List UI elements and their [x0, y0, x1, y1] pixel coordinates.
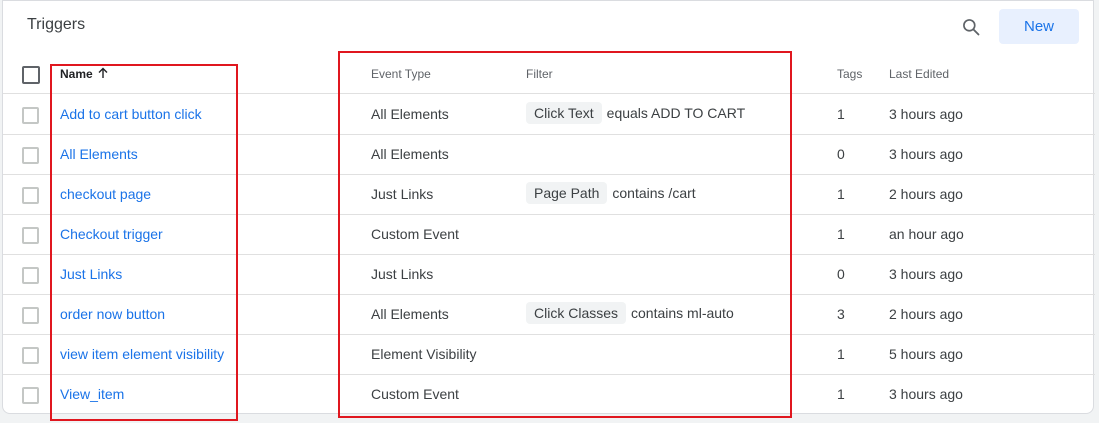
event-type: Just Links	[371, 266, 434, 282]
row-checkbox[interactable]	[22, 307, 39, 324]
tag-count: 1	[837, 186, 845, 202]
select-all-checkbox[interactable]	[22, 66, 40, 84]
column-header-name-label: Name	[60, 67, 93, 81]
row-checkbox[interactable]	[22, 147, 39, 164]
table-row[interactable]: Add to cart button click All Elements Cl…	[3, 95, 1095, 135]
table-row[interactable]: view item element visibility Element Vis…	[3, 335, 1095, 375]
tag-count: 3	[837, 306, 845, 322]
filter-variable-chip: Page Path	[526, 182, 608, 204]
arrow-up-icon	[98, 67, 108, 78]
event-type: All Elements	[371, 106, 449, 122]
search-icon[interactable]	[961, 17, 981, 37]
event-type: Element Visibility	[371, 346, 477, 362]
filter-condition: contains /cart	[612, 185, 696, 201]
filter-variable-chip: Click Text	[526, 102, 602, 124]
column-header-event-type[interactable]: Event Type	[371, 67, 431, 81]
tag-count: 0	[837, 146, 845, 162]
filter-cell: Page Path contains /cart	[526, 182, 696, 204]
column-header-filter[interactable]: Filter	[526, 67, 553, 81]
table-header: Name Event Type Filter Tags Last Edited	[3, 55, 1095, 94]
trigger-name-link[interactable]: All Elements	[60, 146, 138, 162]
last-edited: 2 hours ago	[889, 306, 963, 322]
last-edited: 5 hours ago	[889, 346, 963, 362]
column-header-last-edited[interactable]: Last Edited	[889, 67, 949, 81]
triggers-panel: Triggers New Name Event Type Filter Tags…	[2, 0, 1095, 421]
filter-cell: Click Classes contains ml-auto	[526, 302, 734, 324]
column-header-name[interactable]: Name	[60, 67, 109, 81]
trigger-name-link[interactable]: Add to cart button click	[60, 106, 202, 122]
tag-count: 1	[837, 106, 845, 122]
event-type: Custom Event	[371, 226, 459, 242]
tag-count: 0	[837, 266, 845, 282]
row-checkbox[interactable]	[22, 187, 39, 204]
row-checkbox[interactable]	[22, 227, 39, 244]
last-edited: 3 hours ago	[889, 386, 963, 402]
table-row[interactable]: View_item Custom Event 1 3 hours ago	[3, 375, 1095, 415]
trigger-name-link[interactable]: Just Links	[60, 266, 122, 282]
last-edited: 3 hours ago	[889, 106, 963, 122]
column-header-tags[interactable]: Tags	[837, 67, 862, 81]
table-row[interactable]: All Elements All Elements 0 3 hours ago	[3, 135, 1095, 175]
table-row[interactable]: checkout page Just Links Page Path contai…	[3, 175, 1095, 215]
trigger-name-link[interactable]: checkout page	[60, 186, 151, 202]
filter-cell: Click Text equals ADD TO CART	[526, 102, 745, 124]
row-checkbox[interactable]	[22, 107, 39, 124]
event-type: Custom Event	[371, 386, 459, 402]
trigger-name-link[interactable]: Checkout trigger	[60, 226, 163, 242]
trigger-name-link[interactable]: view item element visibility	[60, 346, 224, 362]
page-title: Triggers	[27, 16, 86, 33]
row-checkbox[interactable]	[22, 267, 39, 284]
event-type: All Elements	[371, 146, 449, 162]
trigger-name-link[interactable]: View_item	[60, 386, 124, 402]
trigger-name-link[interactable]: order now button	[60, 306, 165, 322]
filter-condition: contains ml-auto	[631, 305, 734, 321]
tag-count: 1	[837, 346, 845, 362]
tag-count: 1	[837, 226, 845, 242]
last-edited: 2 hours ago	[889, 186, 963, 202]
row-checkbox[interactable]	[22, 347, 39, 364]
last-edited: 3 hours ago	[889, 146, 963, 162]
table-row[interactable]: Checkout trigger Custom Event 1 an hour …	[3, 215, 1095, 255]
table-row[interactable]: order now button All Elements Click Clas…	[3, 295, 1095, 335]
last-edited: an hour ago	[889, 226, 964, 242]
row-checkbox[interactable]	[22, 387, 39, 404]
table-row[interactable]: Just Links Just Links 0 3 hours ago	[3, 255, 1095, 295]
event-type: Just Links	[371, 186, 434, 202]
last-edited: 3 hours ago	[889, 266, 963, 282]
new-trigger-button[interactable]: New	[999, 9, 1079, 44]
filter-condition: equals ADD TO CART	[606, 105, 746, 121]
tag-count: 1	[837, 386, 845, 402]
event-type: All Elements	[371, 306, 449, 322]
filter-variable-chip: Click Classes	[526, 302, 627, 324]
